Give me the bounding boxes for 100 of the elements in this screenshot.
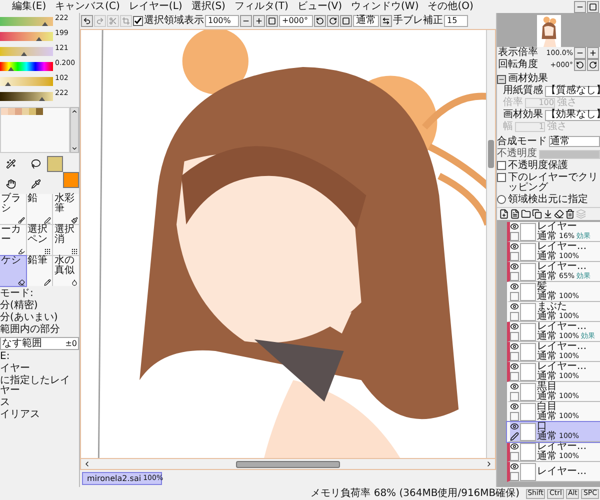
- menu-item[interactable]: キャンバス(C): [55, 2, 120, 12]
- navigator-panel[interactable]: [497, 13, 600, 47]
- zoom-field[interactable]: 100%: [205, 15, 239, 27]
- slider-thumb[interactable]: [5, 82, 12, 86]
- slider-track[interactable]: [0, 17, 53, 26]
- scrollbar-thumb[interactable]: [488, 140, 494, 168]
- color-swatch[interactable]: [1, 108, 8, 115]
- slider-track[interactable]: [0, 92, 53, 101]
- tool-button[interactable]: ケシ: [0, 256, 26, 286]
- tool-button[interactable]: 選択ペン: [26, 225, 52, 255]
- tool-button[interactable]: 水の真似: [53, 256, 79, 286]
- menu-item[interactable]: 選択(S): [191, 2, 226, 12]
- slider-thumb[interactable]: [39, 97, 46, 101]
- color-swatch[interactable]: [8, 108, 15, 115]
- menu-item[interactable]: ビュー(V): [297, 2, 342, 12]
- tool-button[interactable]: 鉛: [26, 194, 52, 224]
- eye-icon[interactable]: [510, 382, 519, 391]
- slider-thumb[interactable]: [8, 67, 14, 71]
- eye-icon[interactable]: [510, 222, 519, 231]
- radio-button[interactable]: [497, 195, 506, 204]
- wand-icon[interactable]: [6, 159, 16, 170]
- horizontal-scrollbar[interactable]: [80, 459, 496, 470]
- blend-dropdown[interactable]: 通常: [549, 136, 600, 147]
- eye-icon[interactable]: [510, 402, 519, 411]
- rotate-left-button[interactable]: [574, 59, 586, 71]
- eye-icon[interactable]: [510, 462, 519, 471]
- stabilizer-field[interactable]: 15: [444, 15, 468, 27]
- rotate-reset-button[interactable]: [340, 15, 352, 27]
- rotate-right-button[interactable]: [587, 59, 599, 71]
- slider-thumb[interactable]: [21, 52, 28, 56]
- menu-item[interactable]: フィルタ(T): [234, 2, 288, 12]
- eye-icon[interactable]: [510, 302, 519, 311]
- slider-track[interactable]: [0, 32, 53, 41]
- layer-name: レイヤー...: [537, 466, 587, 476]
- checkbox[interactable]: [497, 161, 506, 170]
- trash-icon[interactable]: [565, 209, 575, 219]
- slider-track[interactable]: [0, 47, 53, 56]
- rotation-field[interactable]: +000°: [279, 15, 313, 27]
- scrollbar-thumb[interactable]: [236, 460, 340, 468]
- eye-icon[interactable]: [510, 282, 519, 291]
- menu-item[interactable]: 編集(E): [12, 2, 46, 12]
- eye-icon[interactable]: [510, 262, 519, 271]
- zoom-in-button[interactable]: [587, 47, 599, 59]
- primary-color[interactable]: [47, 156, 63, 172]
- lasso-icon[interactable]: [31, 159, 41, 170]
- scroll-left-icon[interactable]: [83, 460, 91, 468]
- slider-track[interactable]: [0, 62, 53, 71]
- scroll-up-icon[interactable]: [71, 108, 78, 115]
- new-file-icon[interactable]: [510, 209, 520, 219]
- zoom-out-button[interactable]: [240, 15, 252, 27]
- tool-button[interactable]: 水彩筆: [53, 194, 79, 224]
- pipette-icon[interactable]: [31, 178, 41, 189]
- slider-track[interactable]: [0, 77, 53, 86]
- color-swatch[interactable]: [36, 108, 43, 115]
- hand-icon[interactable]: [6, 178, 16, 189]
- scroll-right-icon[interactable]: [485, 460, 493, 468]
- layer-row[interactable]: レイヤー...: [507, 462, 600, 482]
- eraser-icon[interactable]: [554, 209, 564, 219]
- zoom-in-button[interactable]: [253, 15, 265, 27]
- zoom-reset-button[interactable]: [266, 15, 278, 27]
- menu-item[interactable]: レイヤー(L): [128, 2, 182, 12]
- scroll-down-icon[interactable]: [71, 145, 78, 152]
- texture-dropdown[interactable]: 【効果なし】: [545, 110, 600, 120]
- flip-button[interactable]: [380, 15, 392, 27]
- slider-thumb[interactable]: [42, 22, 48, 26]
- eye-icon[interactable]: [510, 342, 519, 351]
- option-label: モード:: [0, 289, 34, 299]
- rotate-right-button[interactable]: [327, 15, 339, 27]
- zoom-out-button[interactable]: [574, 47, 586, 59]
- secondary-color[interactable]: [63, 172, 79, 188]
- merge-down-icon[interactable]: [543, 209, 553, 219]
- eye-icon[interactable]: [510, 322, 519, 331]
- tool-button[interactable]: ーカー: [0, 225, 26, 255]
- vertical-scrollbar[interactable]: [486, 30, 495, 458]
- texture-dropdown[interactable]: 【質感なし】: [545, 86, 600, 96]
- slider-thumb[interactable]: [36, 37, 42, 41]
- color-swatch[interactable]: [15, 108, 22, 115]
- blend-dropdown[interactable]: 通常: [353, 15, 379, 27]
- tool-button[interactable]: 選択消: [53, 225, 79, 255]
- restore-button[interactable]: [587, 0, 599, 12]
- selection-checkbox[interactable]: [133, 16, 143, 26]
- minimize-button[interactable]: [574, 0, 586, 12]
- menu-item[interactable]: その他(O): [428, 2, 474, 12]
- folder-icon[interactable]: [521, 209, 531, 219]
- eye-icon[interactable]: [510, 242, 519, 251]
- eye-icon[interactable]: [510, 422, 519, 431]
- color-swatch[interactable]: [29, 108, 36, 115]
- rotate-left-button[interactable]: [314, 15, 326, 27]
- tool-button[interactable]: 鉛筆: [26, 256, 52, 286]
- copy-icon[interactable]: [532, 209, 542, 219]
- collapse-button[interactable]: [497, 74, 506, 84]
- new-layer-icon[interactable]: [499, 209, 509, 219]
- checkbox[interactable]: [497, 173, 506, 182]
- eye-icon[interactable]: [510, 442, 519, 451]
- color-swatch[interactable]: [22, 108, 29, 115]
- menu-item[interactable]: ウィンドウ(W): [351, 2, 419, 12]
- eye-icon[interactable]: [510, 362, 519, 371]
- tool-button[interactable]: ブラシ: [0, 194, 26, 224]
- range-field[interactable]: なす範囲 ±0: [0, 337, 79, 350]
- undo-button[interactable]: [81, 15, 93, 27]
